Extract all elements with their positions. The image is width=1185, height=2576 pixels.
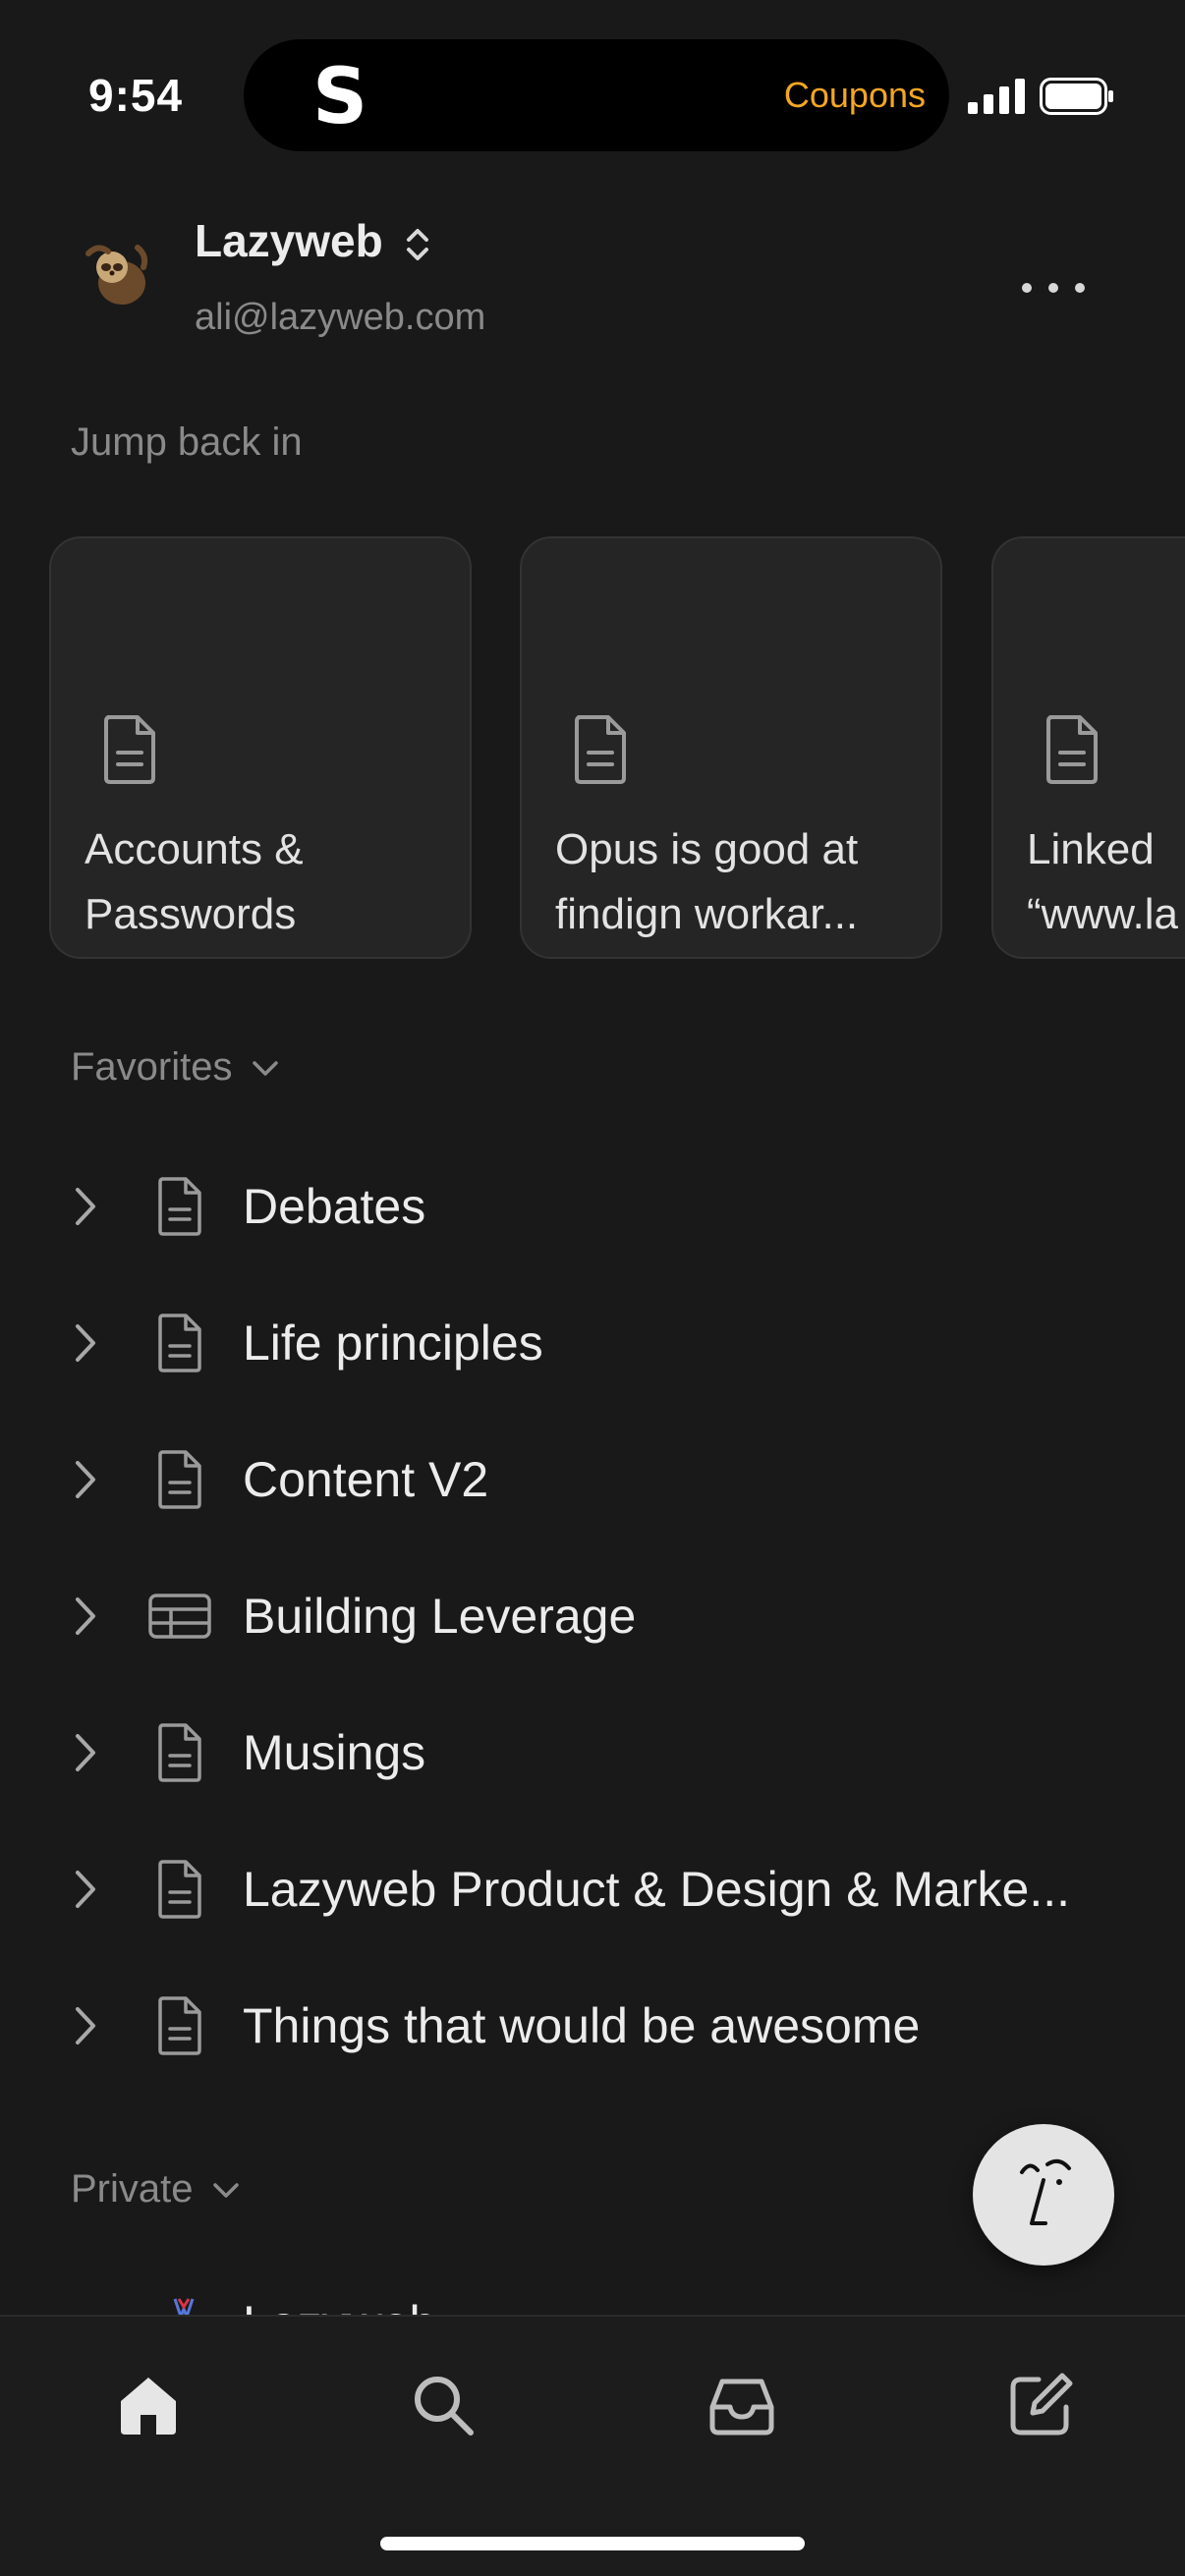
chevron-right-icon[interactable] [73, 1595, 98, 1638]
chevron-right-icon[interactable] [73, 1731, 98, 1774]
document-icon [158, 1722, 201, 1782]
home-indicator[interactable] [380, 2537, 805, 2550]
document-icon [104, 715, 155, 784]
favorite-page-row[interactable]: Lazyweb Product & Design & Marke... [0, 1820, 1185, 1957]
account-email: ali@lazyweb.com [195, 297, 486, 338]
private-heading: Private [71, 2167, 194, 2211]
cellular-signal-icon [968, 79, 1025, 114]
document-icon [158, 1995, 201, 2055]
tab-new-page[interactable] [996, 2366, 1085, 2444]
favorite-page-row[interactable]: Building Leverage [0, 1547, 1185, 1684]
recent-page-card[interactable]: Accounts & Passwords [49, 536, 472, 959]
favorites-section-toggle[interactable]: Favorites [71, 1045, 280, 1090]
dynamic-island[interactable]: S Coupons [244, 39, 949, 151]
document-icon [1046, 715, 1098, 784]
chevron-down-icon [252, 1060, 278, 1076]
jump-back-in-heading: Jump back in [71, 420, 303, 464]
compose-icon [1010, 2373, 1073, 2436]
search-icon [415, 2377, 474, 2436]
recent-page-card[interactable]: Linked “www.la [991, 536, 1185, 959]
chevron-right-icon[interactable] [73, 2004, 98, 2047]
workspace-avatar[interactable] [79, 234, 157, 312]
document-icon [158, 1313, 201, 1372]
favorite-page-label: Content V2 [243, 1451, 489, 1507]
inbox-icon [709, 2379, 774, 2436]
recent-page-title: Linked “www.la [1027, 825, 1179, 938]
more-options-button[interactable] [1022, 265, 1085, 310]
island-coupons-link[interactable]: Coupons [784, 75, 926, 116]
private-section-toggle[interactable]: Private [71, 2167, 241, 2212]
status-time: 9:54 [88, 70, 184, 121]
recent-page-card[interactable]: Opus is good at findign workar... [520, 536, 942, 959]
favorite-page-row[interactable]: Content V2 [0, 1411, 1185, 1547]
recent-page-title: Opus is good at findign workar... [555, 825, 859, 938]
battery-icon [1040, 78, 1113, 115]
favorite-page-row[interactable]: Musings [0, 1684, 1185, 1820]
favorite-page-row[interactable]: Things that would be awesome [0, 1957, 1185, 2094]
table-icon [148, 1593, 211, 1639]
chevron-down-icon [212, 2182, 239, 2198]
tab-home[interactable] [104, 2366, 193, 2444]
document-icon [158, 1859, 201, 1919]
notion-ai-face-icon [1020, 2158, 1071, 2225]
favorite-page-label: Musings [243, 1724, 426, 1780]
chevron-right-icon[interactable] [73, 1458, 98, 1501]
document-icon [158, 1176, 201, 1236]
recent-page-title: Accounts & Passwords [85, 825, 304, 938]
favorite-page-label: Things that would be awesome [243, 1997, 921, 2053]
workspace-name[interactable]: Lazyweb [195, 214, 383, 267]
favorite-page-row[interactable]: Life principles [0, 1274, 1185, 1411]
notion-home-screen: 9:54 S Coupons Lazyweb ali@lazyweb.com J… [0, 0, 1185, 2576]
chevron-right-icon[interactable] [73, 1185, 98, 1228]
chevron-right-icon[interactable] [73, 1868, 98, 1911]
home-icon [121, 2378, 176, 2435]
favorite-page-label: Life principles [243, 1315, 543, 1371]
document-icon [158, 1449, 201, 1509]
favorite-page-label: Debates [243, 1178, 426, 1234]
favorite-page-label: Building Leverage [243, 1588, 637, 1644]
favorite-page-label: Lazyweb Product & Design & Marke... [243, 1861, 1071, 1917]
tab-inbox[interactable] [698, 2366, 786, 2444]
notion-ai-button[interactable] [973, 2124, 1114, 2266]
document-icon [575, 715, 626, 784]
chevron-up-down-icon[interactable] [403, 224, 432, 265]
island-app-logo: S [312, 53, 368, 141]
favorite-page-row[interactable]: Debates [0, 1138, 1185, 1274]
chevron-right-icon[interactable] [73, 1321, 98, 1365]
tab-search[interactable] [399, 2366, 487, 2444]
favorites-heading: Favorites [71, 1045, 233, 1089]
more-horizontal-icon [1022, 283, 1032, 293]
